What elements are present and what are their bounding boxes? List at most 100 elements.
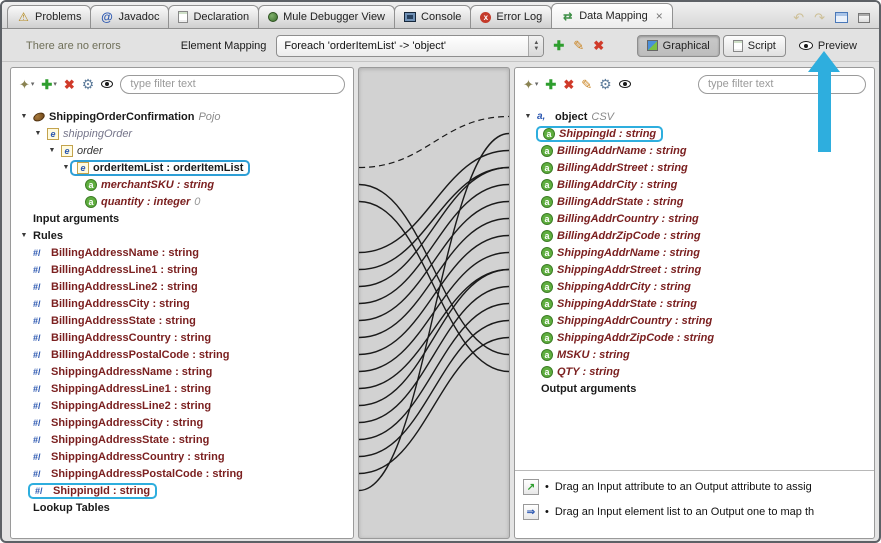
hint-map: ⇒ • Drag an Input element list to an Out… (523, 504, 866, 520)
delete-mapping-icon[interactable]: ✖ (593, 39, 604, 52)
tree-section-output-arguments[interactable]: Output arguments (515, 380, 874, 397)
output-attr-item[interactable]: a BillingAddrState : string (515, 193, 874, 210)
expander-icon[interactable]: ▼ (33, 130, 43, 137)
edit-field-icon[interactable]: ✎ (581, 78, 592, 91)
redo-icon[interactable]: ↷ (814, 11, 825, 24)
properties-gear-icon[interactable]: ⚙ (599, 77, 612, 91)
preview-input-icon[interactable] (101, 80, 114, 88)
combo-stepper-icon[interactable]: ▲ ▼ (528, 35, 544, 56)
maximize-view-icon[interactable] (858, 12, 870, 23)
input-rule-item[interactable]: #/ ShippingAddressName : string (11, 363, 353, 380)
output-attr-item[interactable]: a ShippingAddrCity : string (515, 278, 874, 295)
add-field-icon[interactable]: ✚ ▾ (41, 78, 56, 91)
attribute-icon: a (541, 178, 553, 191)
tree-item-label: BillingAddressLine2 : string (51, 280, 198, 293)
default-value: 0 (194, 195, 201, 208)
output-attr-item[interactable]: a MSKU : string (515, 346, 874, 363)
output-attr-item[interactable]: a BillingAddrName : string (515, 142, 874, 159)
attribute-icon: a (541, 314, 553, 327)
expander-icon[interactable]: ▼ (19, 113, 29, 120)
add-field-icon[interactable]: ✚ (545, 78, 556, 91)
output-attr-item[interactable]: a ShippingAddrState : string (515, 295, 874, 312)
output-filter-field[interactable] (698, 74, 866, 94)
script-view-button[interactable]: Script (722, 34, 786, 57)
tree-item-order[interactable]: ▼ e order (11, 142, 353, 159)
properties-gear-icon[interactable]: ⚙ (82, 77, 95, 91)
tab-error-log[interactable]: x Error Log (470, 5, 553, 28)
input-rule-item[interactable]: #/ ShippingAddressState : string (11, 431, 353, 448)
tree-section-lookup-tables[interactable]: Lookup Tables (11, 499, 353, 516)
tree-item-merchantsku[interactable]: a merchantSKU : string (11, 176, 353, 193)
input-rule-item[interactable]: #/ ShippingAddressCountry : string (11, 448, 353, 465)
mapping-toolbar: There are no errors Element Mapping Fore… (2, 30, 879, 62)
output-attr-shippingid[interactable]: a ShippingId : string (515, 125, 874, 142)
expander-icon[interactable]: ▼ (47, 147, 57, 154)
tree-section-rules[interactable]: ▼ Rules (11, 227, 353, 244)
delete-field-icon[interactable]: ✖ (64, 78, 75, 91)
tree-item-shippingorder[interactable]: ▼ e shippingOrder (11, 125, 353, 142)
output-attr-item[interactable]: a BillingAddrCountry : string (515, 210, 874, 227)
input-rule-item[interactable]: #/ BillingAddressLine1 : string (11, 261, 353, 278)
output-attr-item[interactable]: a ShippingAddrName : string (515, 244, 874, 261)
wand-icon[interactable]: ✦ ▾ (19, 78, 34, 91)
tab-javadoc[interactable]: @ Javadoc (90, 5, 170, 28)
expander-icon[interactable]: ▼ (523, 113, 533, 120)
close-tab-icon[interactable]: × (656, 9, 663, 23)
tree-item-label: BillingAddrCity : string (557, 178, 678, 191)
output-attr-item[interactable]: a QTY : string (515, 363, 874, 380)
graphical-view-button[interactable]: Graphical (636, 34, 720, 57)
tree-item-label: QTY : string (557, 365, 620, 378)
tab-mule-debugger-view[interactable]: Mule Debugger View (258, 5, 396, 28)
tree-item-label: order (77, 144, 103, 157)
tree-item-type: CSV (591, 110, 615, 123)
input-rule-item[interactable]: #/ ShippingAddressLine1 : string (11, 380, 353, 397)
element-mapping-select[interactable]: Foreach 'orderItemList' -> 'object' ▲ ▼ (276, 34, 545, 57)
tree-section-input-arguments[interactable]: Input arguments (11, 210, 353, 227)
output-attr-item[interactable]: a ShippingAddrZipCode : string (515, 329, 874, 346)
table-view-icon[interactable] (835, 12, 848, 23)
input-rule-item[interactable]: #/ BillingAddressName : string (11, 244, 353, 261)
tree-item-quantity[interactable]: a quantity : integer 0 (11, 193, 353, 210)
tree-item-label: BillingAddressName : string (51, 246, 199, 259)
tree-item-shippingorderconfirmation[interactable]: ▼ ShippingOrderConfirmation Pojo (11, 108, 353, 125)
undo-icon[interactable]: ↶ (793, 11, 804, 24)
attribute-icon: a (541, 212, 553, 225)
input-rule-item[interactable]: #/ ShippingAddressCity : string (11, 414, 353, 431)
edit-mapping-icon[interactable]: ✎ (573, 39, 584, 52)
add-mapping-icon[interactable]: ✚ (553, 39, 564, 52)
output-attr-item[interactable]: a BillingAddrStreet : string (515, 159, 874, 176)
output-attr-item[interactable]: a BillingAddrCity : string (515, 176, 874, 193)
input-rule-item[interactable]: #/ BillingAddressCity : string (11, 295, 353, 312)
chevron-down-icon: ▾ (30, 80, 35, 88)
tab-problems[interactable]: ⚠ Problems (7, 5, 92, 28)
output-attr-item[interactable]: a ShippingAddrCountry : string (515, 312, 874, 329)
input-panel-toolbar: ✦ ▾ ✚ ▾ ✖ ⚙ (11, 68, 353, 100)
wand-icon[interactable]: ✦ ▾ (523, 78, 538, 91)
mapping-canvas[interactable] (358, 67, 510, 539)
input-rule-item[interactable]: #/ BillingAddressState : string (11, 312, 353, 329)
tree-item-label: ShippingAddrCity : string (557, 280, 691, 293)
input-rule-item[interactable]: #/ ShippingAddressLine2 : string (11, 397, 353, 414)
tab-console[interactable]: Console (394, 5, 472, 28)
input-filter-field[interactable] (120, 74, 345, 94)
rule-icon: #/ (33, 400, 41, 411)
input-rule-item[interactable]: #/ BillingAddressPostalCode : string (11, 346, 353, 363)
tree-item-label: ShippingAddrName : string (557, 246, 700, 259)
tab-declaration[interactable]: Declaration (168, 5, 260, 28)
rule-icon: #/ (33, 434, 41, 445)
expander-icon[interactable]: ▼ (19, 232, 29, 239)
output-attr-item[interactable]: a BillingAddrZipCode : string (515, 227, 874, 244)
preview-view-button[interactable]: Preview (789, 35, 867, 57)
input-rule-item[interactable]: #/ ShippingAddressPostalCode : string (11, 465, 353, 482)
tree-item-label: merchantSKU : string (101, 178, 215, 191)
script-label: Script (747, 39, 776, 52)
tab-data-mapping[interactable]: ⇄ Data Mapping × (551, 3, 673, 28)
input-rule-shippingid[interactable]: #/ ShippingId : string (11, 482, 353, 499)
output-attr-item[interactable]: a ShippingAddrStreet : string (515, 261, 874, 278)
tree-item-orderitemlist[interactable]: ▼ e orderItemList : orderItemList (11, 159, 353, 176)
tree-item-object[interactable]: ▼ a, object CSV (515, 108, 874, 125)
delete-field-icon[interactable]: ✖ (563, 78, 574, 91)
input-rule-item[interactable]: #/ BillingAddressCountry : string (11, 329, 353, 346)
input-rule-item[interactable]: #/ BillingAddressLine2 : string (11, 278, 353, 295)
preview-output-icon[interactable] (618, 80, 631, 88)
